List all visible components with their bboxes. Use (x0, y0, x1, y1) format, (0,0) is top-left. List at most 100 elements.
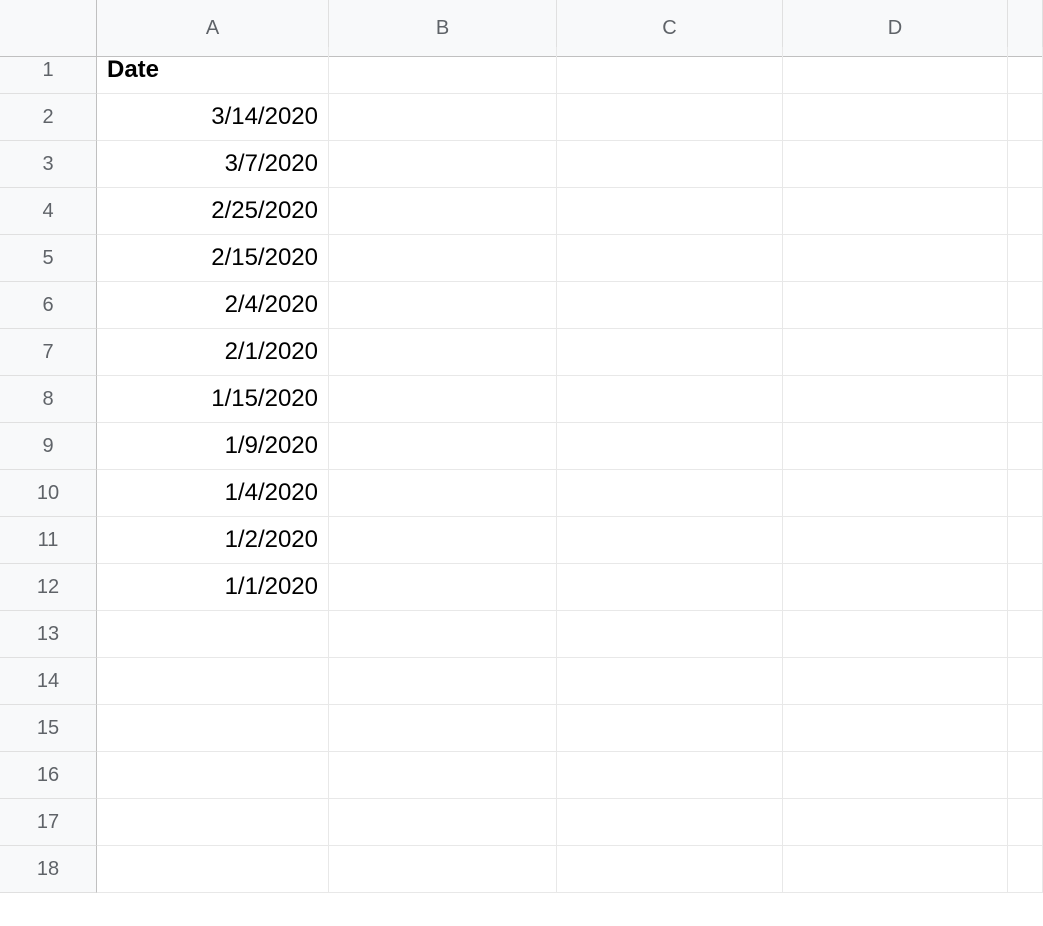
cell-B15[interactable] (329, 705, 557, 752)
cell-partial-1[interactable] (1008, 47, 1043, 94)
cell-D7[interactable] (783, 329, 1008, 376)
cell-partial-4[interactable] (1008, 188, 1043, 235)
cell-C16[interactable] (557, 752, 783, 799)
cell-partial-11[interactable] (1008, 517, 1043, 564)
cell-partial-17[interactable] (1008, 799, 1043, 846)
cell-A6[interactable]: 2/4/2020 (97, 282, 329, 329)
cell-C7[interactable] (557, 329, 783, 376)
cell-D3[interactable] (783, 141, 1008, 188)
row-header-4[interactable]: 4 (0, 188, 97, 235)
cell-D11[interactable] (783, 517, 1008, 564)
cell-partial-9[interactable] (1008, 423, 1043, 470)
cell-C1[interactable] (557, 47, 783, 94)
cell-partial-10[interactable] (1008, 470, 1043, 517)
cell-C15[interactable] (557, 705, 783, 752)
cell-partial-16[interactable] (1008, 752, 1043, 799)
spreadsheet-grid[interactable]: ABCD1Date23/14/202033/7/202042/25/202052… (0, 0, 1043, 893)
row-header-10[interactable]: 10 (0, 470, 97, 517)
row-header-16[interactable]: 16 (0, 752, 97, 799)
cell-B2[interactable] (329, 94, 557, 141)
cell-B6[interactable] (329, 282, 557, 329)
row-header-17[interactable]: 17 (0, 799, 97, 846)
cell-C11[interactable] (557, 517, 783, 564)
row-header-13[interactable]: 13 (0, 611, 97, 658)
cell-A1[interactable]: Date (97, 47, 329, 94)
select-all-corner[interactable] (0, 0, 97, 57)
row-header-6[interactable]: 6 (0, 282, 97, 329)
cell-A8[interactable]: 1/15/2020 (97, 376, 329, 423)
row-header-7[interactable]: 7 (0, 329, 97, 376)
cell-C10[interactable] (557, 470, 783, 517)
row-header-5[interactable]: 5 (0, 235, 97, 282)
cell-B13[interactable] (329, 611, 557, 658)
cell-A15[interactable] (97, 705, 329, 752)
cell-D12[interactable] (783, 564, 1008, 611)
row-header-9[interactable]: 9 (0, 423, 97, 470)
cell-B18[interactable] (329, 846, 557, 893)
row-header-18[interactable]: 18 (0, 846, 97, 893)
cell-D8[interactable] (783, 376, 1008, 423)
cell-D18[interactable] (783, 846, 1008, 893)
cell-partial-3[interactable] (1008, 141, 1043, 188)
cell-partial-12[interactable] (1008, 564, 1043, 611)
cell-C3[interactable] (557, 141, 783, 188)
cell-A14[interactable] (97, 658, 329, 705)
cell-A2[interactable]: 3/14/2020 (97, 94, 329, 141)
cell-partial-18[interactable] (1008, 846, 1043, 893)
cell-partial-15[interactable] (1008, 705, 1043, 752)
cell-partial-7[interactable] (1008, 329, 1043, 376)
cell-partial-14[interactable] (1008, 658, 1043, 705)
cell-D5[interactable] (783, 235, 1008, 282)
row-header-14[interactable]: 14 (0, 658, 97, 705)
cell-partial-5[interactable] (1008, 235, 1043, 282)
cell-C13[interactable] (557, 611, 783, 658)
cell-B1[interactable] (329, 47, 557, 94)
cell-C2[interactable] (557, 94, 783, 141)
cell-D1[interactable] (783, 47, 1008, 94)
row-header-12[interactable]: 12 (0, 564, 97, 611)
cell-A16[interactable] (97, 752, 329, 799)
cell-C8[interactable] (557, 376, 783, 423)
cell-C18[interactable] (557, 846, 783, 893)
cell-B7[interactable] (329, 329, 557, 376)
row-header-3[interactable]: 3 (0, 141, 97, 188)
cell-partial-13[interactable] (1008, 611, 1043, 658)
row-header-11[interactable]: 11 (0, 517, 97, 564)
cell-D13[interactable] (783, 611, 1008, 658)
cell-D4[interactable] (783, 188, 1008, 235)
cell-B8[interactable] (329, 376, 557, 423)
cell-A10[interactable]: 1/4/2020 (97, 470, 329, 517)
cell-C12[interactable] (557, 564, 783, 611)
cell-B3[interactable] (329, 141, 557, 188)
cell-D10[interactable] (783, 470, 1008, 517)
cell-B11[interactable] (329, 517, 557, 564)
row-header-2[interactable]: 2 (0, 94, 97, 141)
cell-A18[interactable] (97, 846, 329, 893)
cell-A11[interactable]: 1/2/2020 (97, 517, 329, 564)
cell-C17[interactable] (557, 799, 783, 846)
cell-D6[interactable] (783, 282, 1008, 329)
cell-B9[interactable] (329, 423, 557, 470)
cell-B12[interactable] (329, 564, 557, 611)
cell-B4[interactable] (329, 188, 557, 235)
cell-A4[interactable]: 2/25/2020 (97, 188, 329, 235)
cell-D14[interactable] (783, 658, 1008, 705)
row-header-8[interactable]: 8 (0, 376, 97, 423)
cell-A13[interactable] (97, 611, 329, 658)
cell-C4[interactable] (557, 188, 783, 235)
cell-A7[interactable]: 2/1/2020 (97, 329, 329, 376)
cell-B5[interactable] (329, 235, 557, 282)
cell-A17[interactable] (97, 799, 329, 846)
cell-A3[interactable]: 3/7/2020 (97, 141, 329, 188)
cell-A9[interactable]: 1/9/2020 (97, 423, 329, 470)
cell-D15[interactable] (783, 705, 1008, 752)
cell-B14[interactable] (329, 658, 557, 705)
cell-B10[interactable] (329, 470, 557, 517)
row-header-15[interactable]: 15 (0, 705, 97, 752)
cell-C14[interactable] (557, 658, 783, 705)
cell-B17[interactable] (329, 799, 557, 846)
cell-B16[interactable] (329, 752, 557, 799)
cell-C9[interactable] (557, 423, 783, 470)
cell-D16[interactable] (783, 752, 1008, 799)
cell-partial-8[interactable] (1008, 376, 1043, 423)
